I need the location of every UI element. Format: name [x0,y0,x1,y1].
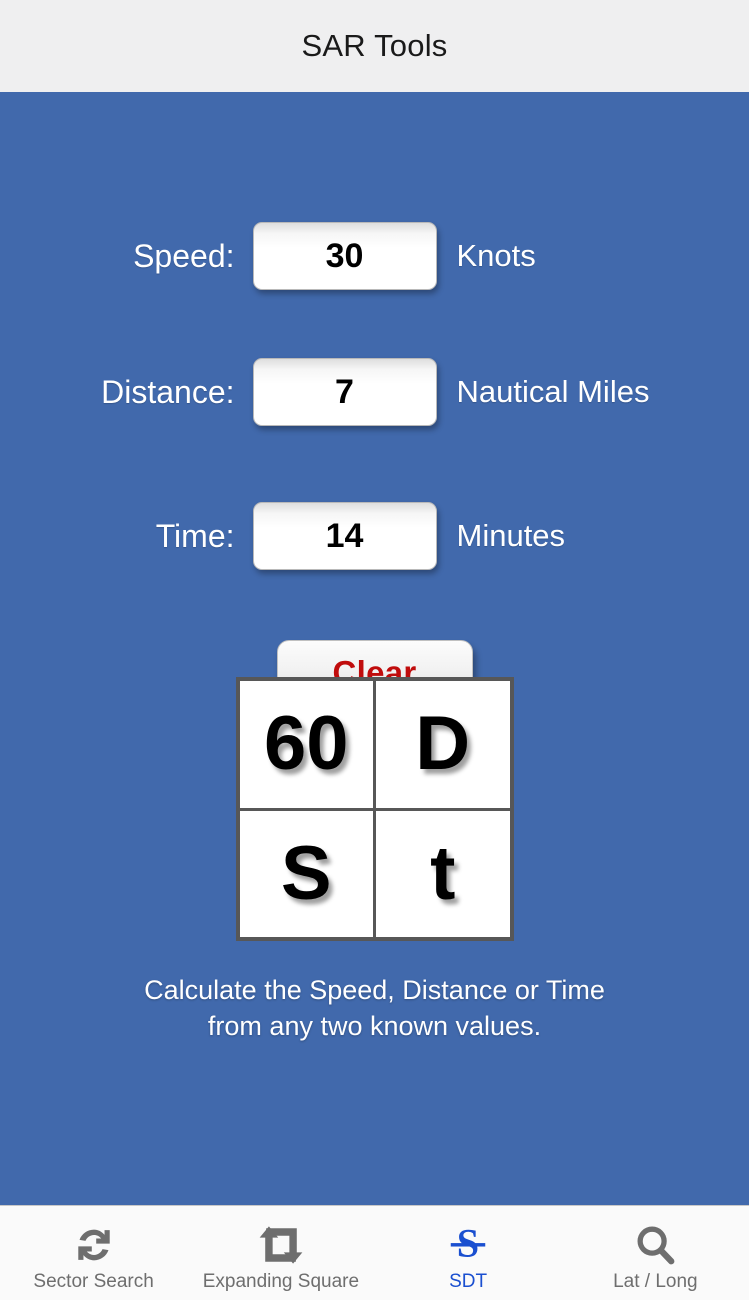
s-over-line-icon: S [445,1222,491,1268]
speed-unit-label: Knots [456,238,536,273]
formula-cell-60: 60 [239,681,373,808]
formula-grid-container: 60 D S t [0,677,749,941]
caption-line-2: from any two known values. [207,1011,542,1042]
field-row-time: Time: Minutes [0,502,749,570]
tab-sdt[interactable]: S SDT [375,1206,562,1300]
formula-grid: 60 D S t [235,677,514,941]
tab-expanding-square[interactable]: Expanding Square [187,1206,374,1300]
app-screen: SAR Tools Speed: Knots Distance: Nautica… [0,0,749,1300]
time-input[interactable] [252,502,437,570]
magnifier-icon [632,1222,678,1268]
sync-arrows-icon [71,1222,117,1268]
tab-label-expanding-square: Expanding Square [202,1270,360,1292]
tab-sector-search[interactable]: Sector Search [0,1206,187,1300]
tab-lat-long[interactable]: Lat / Long [562,1206,749,1300]
formula-caption: Calculate the Speed, Distance or Time fr… [0,972,749,1045]
distance-input[interactable] [252,358,437,426]
bottom-tab-bar: Sector Search Expanding Square S SDT Lat… [0,1205,749,1300]
formula-cell-time: t [376,810,510,937]
time-label: Time: [155,517,235,554]
caption-line-1: Calculate the Speed, Distance or Time [144,975,605,1005]
app-header: SAR Tools [0,0,749,92]
distance-unit-label: Nautical Miles [456,374,650,409]
speed-input[interactable] [252,222,437,290]
formula-cell-speed: S [239,810,373,937]
tab-label-sector-search: Sector Search [33,1270,154,1292]
retweet-arrows-icon [255,1222,307,1268]
formula-cell-distance: D [376,681,510,808]
tab-label-lat-long: Lat / Long [613,1270,698,1292]
distance-label: Distance: [101,373,235,410]
page-title: SAR Tools [301,28,448,63]
field-row-speed: Speed: Knots [0,222,749,290]
main-content: Speed: Knots Distance: Nautical Miles Ti… [0,92,749,1205]
speed-label: Speed: [133,237,235,274]
tab-label-sdt: SDT [449,1270,488,1292]
field-row-distance: Distance: Nautical Miles [0,358,749,426]
time-unit-label: Minutes [456,518,566,553]
